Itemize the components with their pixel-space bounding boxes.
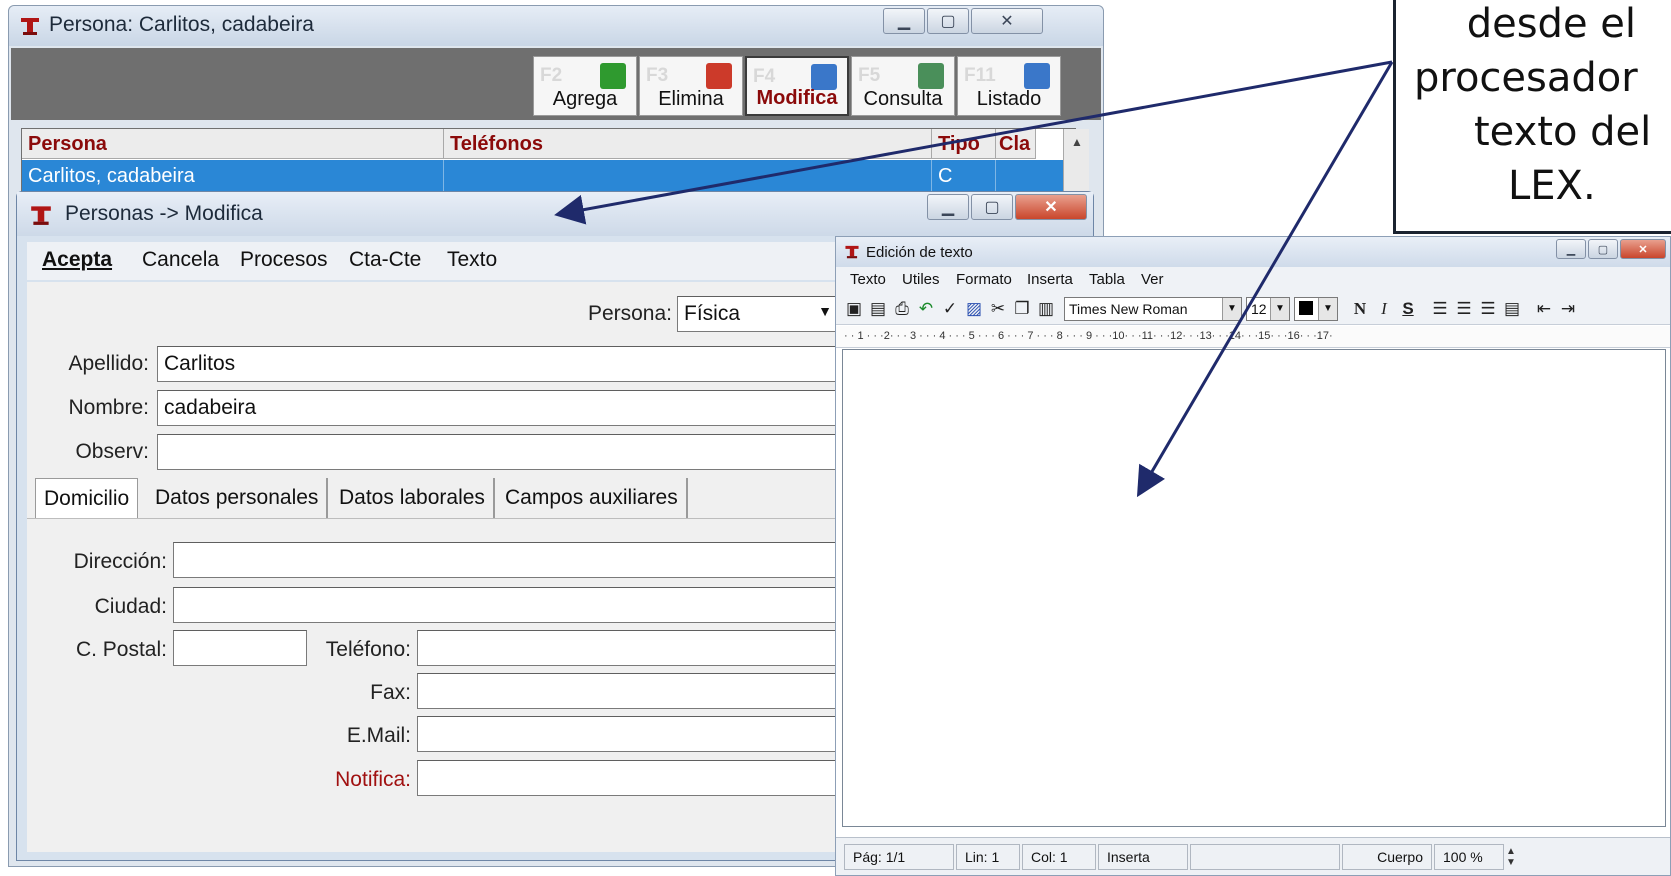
arrow-to-editor xyxy=(1136,61,1394,498)
arrow-to-modifica xyxy=(554,60,1393,225)
annotation-arrows xyxy=(554,60,1394,498)
